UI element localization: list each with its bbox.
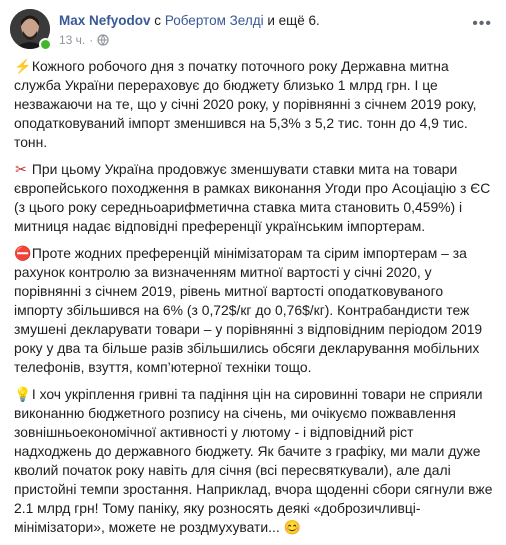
post-header: Max Nefyodov с Робертом Зелді и ещё 6. 1… <box>10 9 500 53</box>
post-header-line: Max Nefyodov с Робертом Зелді и ещё 6. <box>59 12 320 29</box>
post-paragraph: ✂ При цьому Україна продовжує зменшувати… <box>14 160 494 236</box>
paragraph-text: Кожного робочого дня з початку поточного… <box>14 58 477 150</box>
globe-icon[interactable] <box>97 34 109 46</box>
separator-dot: · <box>89 33 94 47</box>
scissors-icon: ✂ <box>15 161 27 177</box>
post-timestamp[interactable]: 13 ч. <box>59 33 85 47</box>
post-meta: 13 ч. · <box>59 33 109 47</box>
paragraph-text: І хоч укріплення гривні та падіння цін н… <box>14 386 493 535</box>
post-body: ⚡ Кожного робочого дня з початку поточно… <box>14 57 494 545</box>
facebook-post: Max Nefyodov с Робертом Зелді и ещё 6. 1… <box>0 0 506 538</box>
more-tagged-link[interactable]: и ещё 6. <box>267 13 319 28</box>
smiling-face-icon: 😊 <box>283 519 301 535</box>
paragraph-text: Проте жодних преференцій мінімізаторам т… <box>14 245 483 375</box>
lightning-icon: ⚡ <box>14 58 32 74</box>
post-paragraph: ⚡ Кожного робочого дня з початку поточно… <box>14 57 494 152</box>
with-prefix: с <box>154 13 162 28</box>
online-status-dot <box>39 38 52 51</box>
post-paragraph: ⛔ Проте жодних преференцій мінімізаторам… <box>14 244 494 377</box>
post-paragraph: 💡 І хоч укріплення гривні та падіння цін… <box>14 385 494 537</box>
more-options-button[interactable]: ••• <box>472 15 492 33</box>
paragraph-text: При цьому Україна продовжує зменшувати с… <box>14 161 491 234</box>
no-entry-icon: ⛔ <box>14 245 32 261</box>
tagged-person-link[interactable]: Робертом Зелді <box>165 13 264 28</box>
lightbulb-icon: 💡 <box>14 386 32 402</box>
author-name[interactable]: Max Nefyodov <box>59 13 151 28</box>
